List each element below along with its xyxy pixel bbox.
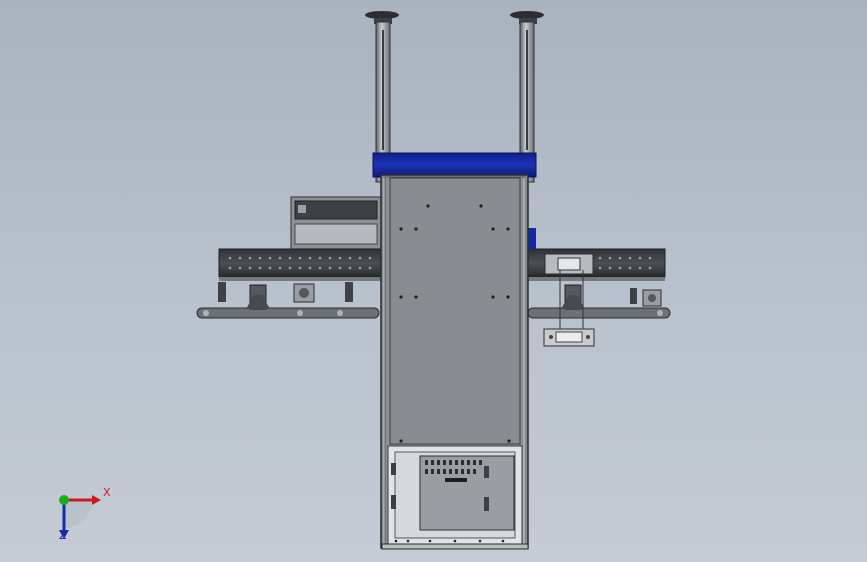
assembly-model[interactable]: [0, 0, 867, 562]
control-panel[interactable]: [387, 445, 523, 545]
y-axis-dot: [59, 495, 69, 505]
cabinet-base[interactable]: [381, 543, 529, 550]
x-axis-label: X: [103, 486, 111, 499]
right-lower-rail[interactable]: [527, 270, 671, 347]
z-axis-label: Z: [59, 529, 67, 542]
left-upper-housing[interactable]: [290, 196, 382, 250]
x-axis-arrowhead: [92, 495, 101, 505]
triad-plane-shade: [64, 500, 92, 528]
left-lower-rail[interactable]: [196, 282, 380, 319]
orientation-triad[interactable]: [44, 480, 124, 550]
cad-viewport[interactable]: X Z: [0, 0, 867, 562]
